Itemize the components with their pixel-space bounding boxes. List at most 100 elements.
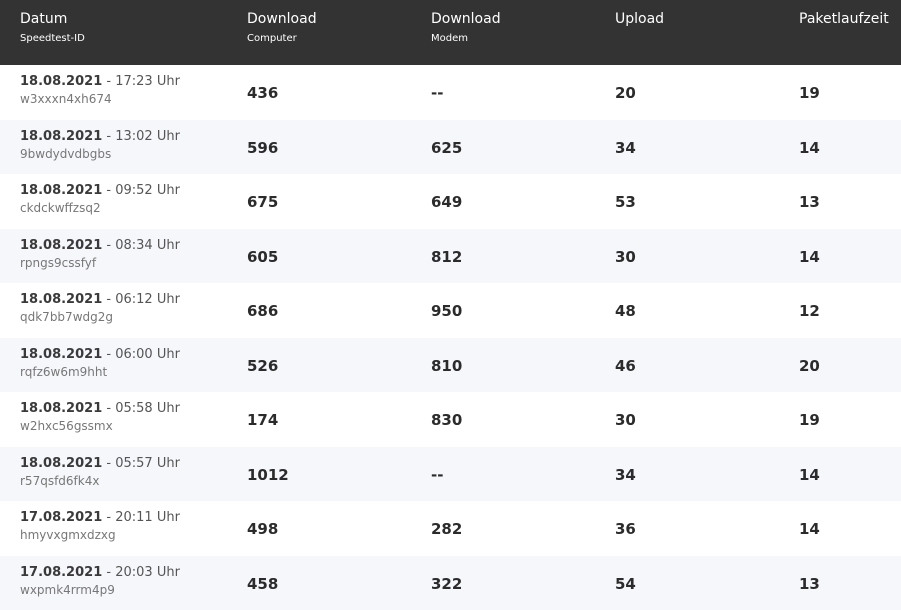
speedtest-id: rqfz6w6m9hht — [20, 365, 107, 380]
upload-value: 48 — [615, 302, 636, 320]
date-value: 18.08.2021 — [20, 183, 102, 198]
time-separator: - — [102, 129, 115, 144]
header-download-computer-label: Download — [247, 10, 317, 28]
date-time: 18.08.2021 - 13:02 Uhr — [20, 129, 180, 145]
date-time: 18.08.2021 - 09:52 Uhr — [20, 183, 180, 199]
time-value: 20:03 Uhr — [115, 565, 180, 580]
table-row[interactable]: 18.08.2021 - 17:23 Uhrw3xxxn4xh674436--2… — [0, 65, 901, 120]
download-computer-value: 458 — [247, 575, 278, 593]
download-modem-value: -- — [431, 84, 443, 102]
time-value: 13:02 Uhr — [115, 129, 180, 144]
date-time: 18.08.2021 - 05:57 Uhr — [20, 456, 180, 472]
time-separator: - — [102, 510, 115, 525]
time-value: 05:57 Uhr — [115, 456, 180, 471]
time-value: 17:23 Uhr — [115, 74, 180, 89]
date-value: 18.08.2021 — [20, 292, 102, 307]
table-row[interactable]: 18.08.2021 - 08:34 Uhr rpngs9cssfyf 605 812… — [0, 229, 901, 284]
download-computer-value: 596 — [247, 139, 278, 157]
paketlaufzeit-value: 14 — [799, 466, 820, 484]
download-modem-value: 649 — [431, 193, 462, 211]
table-row[interactable]: 18.08.2021 - 13:02 Uhr9bwdydvdbgbs596625… — [0, 120, 901, 175]
header-upload-label: Upload — [615, 10, 664, 28]
table-row[interactable]: 18.08.2021 - 06:12 Uhrqdk7bb7wdg2g686950… — [0, 283, 901, 338]
speedtest-id: hmyvxgmxdzxg — [20, 528, 116, 543]
date-value: 18.08.2021 — [20, 401, 102, 416]
upload-value: 30 — [615, 248, 636, 266]
speedtest-id: w2hxc56gssmx — [20, 419, 113, 434]
time-value: 08:34 Uhr — [115, 238, 180, 253]
time-value: 05:58 Uhr — [115, 401, 180, 416]
time-value: 06:12 Uhr — [115, 292, 180, 307]
date-value: 18.08.2021 — [20, 129, 102, 144]
header-download-modem[interactable]: Download Modem — [431, 10, 501, 46]
download-computer-value: 174 — [247, 411, 278, 429]
time-separator: - — [102, 401, 115, 416]
upload-value: 36 — [615, 520, 636, 538]
speedtest-id: r57qsfd6fk4x — [20, 474, 99, 489]
date-value: 18.08.2021 — [20, 347, 102, 362]
time-separator: - — [102, 565, 115, 580]
table-row[interactable]: 18.08.2021 - 09:52 Uhr ckdckwffzsq2 675 649… — [0, 174, 901, 229]
upload-value: 53 — [615, 193, 636, 211]
header-datum[interactable]: Datum Speedtest-ID — [20, 10, 85, 46]
speedtest-results-table: Datum Speedtest-ID Download Computer Dow… — [0, 0, 901, 610]
time-value: 06:00 Uhr — [115, 347, 180, 362]
upload-value: 34 — [615, 139, 636, 157]
table-row[interactable]: 17.08.2021 - 20:03 Uhr wxpmk4rrm4p9 458 322… — [0, 556, 901, 610]
table-body: 18.08.2021 - 17:23 Uhrw3xxxn4xh674436--2… — [0, 65, 901, 610]
time-value: 09:52 Uhr — [115, 183, 180, 198]
time-value: 20:11 Uhr — [115, 510, 180, 525]
time-separator: - — [102, 74, 115, 89]
date-time: 18.08.2021 - 17:23 Uhr — [20, 74, 180, 90]
date-time: 18.08.2021 - 08:34 Uhr — [20, 238, 180, 254]
table-row[interactable]: 18.08.2021 - 05:57 Uhr r57qsfd6fk4x 1012 --… — [0, 447, 901, 502]
table-row[interactable]: 17.08.2021 - 20:11 Uhr hmyvxgmxdzxg 498 282… — [0, 501, 901, 556]
date-time: 18.08.2021 - 06:12 Uhr — [20, 292, 180, 308]
date-value: 18.08.2021 — [20, 238, 102, 253]
download-modem-value: 812 — [431, 248, 462, 266]
table-row[interactable]: 18.08.2021 - 06:00 Uhrrqfz6w6m9hht526810… — [0, 338, 901, 393]
download-computer-value: 1012 — [247, 466, 289, 484]
paketlaufzeit-value: 13 — [799, 193, 820, 211]
download-computer-value: 675 — [247, 193, 278, 211]
paketlaufzeit-value: 14 — [799, 520, 820, 538]
download-computer-value: 498 — [247, 520, 278, 538]
download-computer-value: 605 — [247, 248, 278, 266]
download-modem-value: 950 — [431, 302, 462, 320]
upload-value: 20 — [615, 84, 636, 102]
speedtest-id: ckdckwffzsq2 — [20, 201, 101, 216]
download-modem-value: 830 — [431, 411, 462, 429]
date-value: 17.08.2021 — [20, 510, 102, 525]
header-paketlaufzeit-label: Paketlaufzeit — [799, 10, 889, 28]
speedtest-id: rpngs9cssfyf — [20, 256, 96, 271]
download-modem-value: -- — [431, 466, 443, 484]
upload-value: 30 — [615, 411, 636, 429]
time-separator: - — [102, 238, 115, 253]
header-paketlaufzeit[interactable]: Paketlaufzeit — [799, 10, 889, 28]
date-time: 17.08.2021 - 20:11 Uhr — [20, 510, 180, 526]
header-download-computer[interactable]: Download Computer — [247, 10, 317, 46]
paketlaufzeit-value: 14 — [799, 248, 820, 266]
header-download-modem-sub: Modem — [431, 32, 501, 46]
download-computer-value: 436 — [247, 84, 278, 102]
header-upload[interactable]: Upload — [615, 10, 664, 28]
download-modem-value: 625 — [431, 139, 462, 157]
date-time: 18.08.2021 - 05:58 Uhr — [20, 401, 180, 417]
paketlaufzeit-value: 13 — [799, 575, 820, 593]
upload-value: 54 — [615, 575, 636, 593]
download-modem-value: 322 — [431, 575, 462, 593]
header-speedtest-id-label: Speedtest-ID — [20, 32, 85, 46]
upload-value: 46 — [615, 357, 636, 375]
paketlaufzeit-value: 12 — [799, 302, 820, 320]
paketlaufzeit-value: 19 — [799, 84, 820, 102]
speedtest-id: wxpmk4rrm4p9 — [20, 583, 115, 598]
header-download-computer-sub: Computer — [247, 32, 317, 46]
date-time: 17.08.2021 - 20:03 Uhr — [20, 565, 180, 581]
table-row[interactable]: 18.08.2021 - 05:58 Uhrw2hxc56gssmx174830… — [0, 392, 901, 447]
download-modem-value: 282 — [431, 520, 462, 538]
paketlaufzeit-value: 19 — [799, 411, 820, 429]
date-value: 18.08.2021 — [20, 456, 102, 471]
time-separator: - — [102, 183, 115, 198]
time-separator: - — [102, 292, 115, 307]
paketlaufzeit-value: 20 — [799, 357, 820, 375]
